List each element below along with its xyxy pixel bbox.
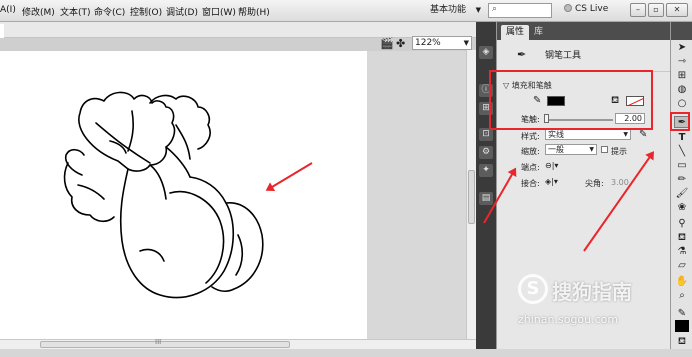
watermark-brand: 搜狗指南: [552, 280, 632, 304]
components-panel-icon[interactable]: ⚙: [479, 146, 493, 159]
scale-select[interactable]: 一般 ▼: [545, 144, 597, 155]
hint-label: 提示: [611, 147, 627, 156]
tab-library[interactable]: 库: [529, 25, 548, 40]
motion-presets-icon[interactable]: ✦: [479, 164, 493, 177]
chevron-down-icon: ▼: [589, 146, 594, 153]
chevron-down-icon: ▼: [475, 6, 481, 14]
paint-bucket-tool-icon[interactable]: ⛾: [674, 232, 690, 244]
search-icon: ⌕: [492, 4, 498, 14]
scroll-grip-icon: III: [155, 338, 162, 346]
fill-color-tool-icon[interactable]: ⛾: [674, 336, 690, 348]
stroke-style-value: 实线: [548, 130, 564, 139]
miter-value[interactable]: 3.00: [611, 178, 629, 187]
sogou-logo-icon: S: [518, 274, 548, 304]
cs-live-label: CS Live: [575, 4, 609, 14]
workspace-switcher[interactable]: 基本功能 ▼: [426, 3, 484, 18]
cap-style-select[interactable]: ⊖|▾: [545, 161, 558, 170]
hand-tool-icon[interactable]: ✋: [674, 276, 690, 288]
menu-modify[interactable]: 修改(M): [22, 5, 55, 18]
edit-symbols-icon[interactable]: ✤: [396, 37, 405, 50]
menu-bar: A(I) 修改(M) 文本(T) 命令(C) 控制(O) 调试(D) 窗口(W)…: [0, 0, 692, 22]
rectangle-tool-icon[interactable]: ▭: [674, 160, 690, 172]
horizontal-scroll-thumb[interactable]: [40, 341, 290, 348]
hint-checkbox[interactable]: [601, 146, 608, 153]
free-transform-tool-icon[interactable]: ⊞: [674, 70, 690, 82]
join-label: 接合:: [521, 179, 540, 188]
stroke-style-select[interactable]: 实线 ▼: [545, 129, 631, 140]
zoom-select[interactable]: 122% ▼: [412, 36, 472, 50]
library-panel-icon[interactable]: ▤: [479, 192, 493, 205]
vertical-scrollbar[interactable]: [466, 50, 476, 339]
eraser-tool-icon[interactable]: ▱: [674, 260, 690, 272]
zoom-tool-icon[interactable]: ⌕: [674, 290, 690, 302]
pencil-tool-icon[interactable]: ✏: [674, 174, 690, 186]
stage-canvas[interactable]: [0, 51, 367, 339]
tools-panel-header: [671, 22, 692, 40]
text-tool-icon[interactable]: T: [674, 132, 690, 144]
current-tool-row: ✒ 钢笔工具: [497, 40, 671, 72]
menu-text[interactable]: 文本(T): [60, 5, 91, 18]
vertical-scroll-thumb[interactable]: [468, 170, 475, 224]
stroke-color-tool-icon[interactable]: ✎: [674, 308, 690, 320]
chevron-down-icon: ▼: [623, 131, 628, 138]
subselection-tool-icon[interactable]: ⇾: [674, 56, 690, 68]
color-panel-icon[interactable]: ◈: [479, 46, 493, 59]
pen-tool-highlight-box: [670, 112, 690, 131]
document-toolbar: [0, 22, 476, 38]
menu-debug[interactable]: 调试(D): [166, 5, 198, 18]
help-search-input[interactable]: ⌕: [488, 3, 552, 18]
scale-value: 一般: [548, 145, 564, 154]
cs-live-status-icon: [564, 4, 572, 12]
bottom-strip: [0, 349, 692, 357]
menu-control[interactable]: 控制(O): [130, 5, 162, 18]
scale-label: 缩放:: [521, 147, 540, 156]
bone-tool-icon[interactable]: ⚲: [674, 218, 690, 230]
selection-tool-icon[interactable]: ➤: [674, 42, 690, 54]
zoom-value: 122%: [415, 38, 441, 48]
join-style-select[interactable]: ◈|▾: [545, 177, 558, 186]
menu-insert[interactable]: A(I): [0, 5, 16, 15]
stroke-color-chip[interactable]: [675, 320, 689, 332]
cap-label: 端点:: [521, 163, 540, 172]
brush-tool-icon[interactable]: 🖌: [674, 188, 690, 200]
deco-tool-icon[interactable]: ❀: [674, 202, 690, 214]
3d-rotation-tool-icon[interactable]: ◍: [674, 84, 690, 96]
style-label: 样式:: [521, 132, 540, 141]
horizontal-scrollbar[interactable]: III: [0, 338, 476, 349]
restore-button[interactable]: ▫: [648, 3, 664, 17]
cs-live-button[interactable]: CS Live: [564, 4, 608, 14]
current-tool-name: 钢笔工具: [545, 51, 582, 61]
close-button[interactable]: ✕: [666, 3, 688, 17]
line-tool-icon[interactable]: ╲: [674, 146, 690, 158]
menu-help[interactable]: 帮助(H): [238, 5, 270, 18]
edit-stroke-style-icon[interactable]: ✎: [639, 129, 647, 140]
menu-window[interactable]: 窗口(W): [202, 5, 236, 18]
lasso-tool-icon[interactable]: ○: [674, 98, 690, 110]
fill-stroke-highlight-box: [489, 70, 653, 130]
properties-panel-header: 属性 库: [497, 22, 671, 40]
sogou-watermark: S 搜狗指南 zhinan.sogou.com: [516, 268, 676, 338]
pen-tool-icon: ✒: [517, 48, 527, 61]
workspace-label: 基本功能: [430, 5, 467, 15]
document-tab[interactable]: [0, 24, 4, 38]
chevron-down-icon: ▼: [463, 39, 469, 47]
watermark-url: zhinan.sogou.com: [518, 313, 619, 326]
cabbage-drawing: [63, 91, 264, 299]
miter-label: 尖角:: [585, 179, 604, 188]
eyedropper-tool-icon[interactable]: ⚗: [674, 246, 690, 258]
edit-scene-icon[interactable]: 🎬: [380, 37, 394, 50]
minimize-button[interactable]: –: [630, 3, 646, 17]
tab-properties[interactable]: 属性: [501, 25, 530, 40]
menu-commands[interactable]: 命令(C): [94, 5, 125, 18]
